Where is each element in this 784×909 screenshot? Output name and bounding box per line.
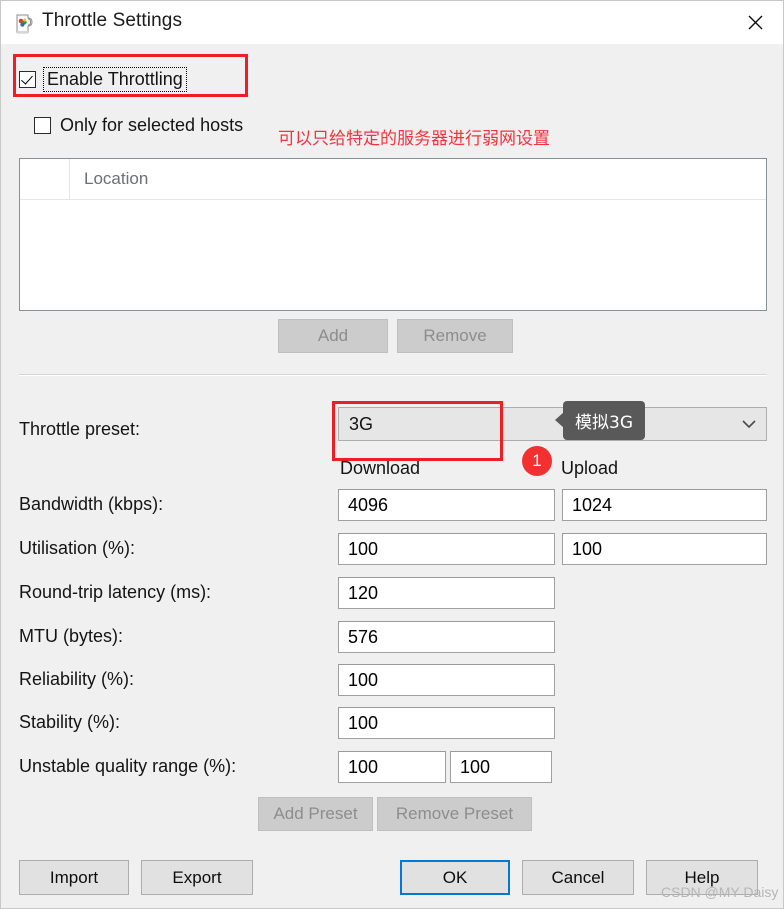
only-selected-hosts-label: Only for selected hosts: [60, 115, 244, 135]
charles-jug-icon: [13, 11, 35, 35]
enable-throttling-row[interactable]: Enable Throttling: [19, 67, 187, 92]
add-host-button[interactable]: Add: [278, 319, 388, 353]
throttle-preset-select[interactable]: 3G: [338, 407, 767, 441]
hosts-table-col-select: [20, 159, 70, 199]
mtu-download-input[interactable]: 576: [338, 621, 555, 653]
cancel-button[interactable]: Cancel: [522, 860, 634, 895]
download-column-header: Download: [340, 458, 421, 478]
hosts-table[interactable]: Location: [19, 158, 767, 311]
throttle-preset-label: Throttle preset:: [19, 419, 141, 439]
unstable-quality-range-label: Unstable quality range (%):: [19, 756, 237, 776]
only-selected-hosts-row[interactable]: Only for selected hosts: [34, 115, 243, 136]
enable-throttling-label: Enable Throttling: [43, 67, 187, 92]
utilisation-label: Utilisation (%):: [19, 538, 136, 558]
watermark: CSDN @MY Daisy: [661, 884, 779, 900]
stability-label: Stability (%):: [19, 712, 121, 732]
utilisation-download-input[interactable]: 100: [338, 533, 555, 565]
remove-preset-button[interactable]: Remove Preset: [377, 797, 532, 831]
round-trip-latency-label: Round-trip latency (ms):: [19, 582, 212, 602]
bandwidth-upload-input[interactable]: 1024: [562, 489, 767, 521]
bandwidth-label: Bandwidth (kbps):: [19, 494, 164, 514]
utilisation-upload-input[interactable]: 100: [562, 533, 767, 565]
reliability-label: Reliability (%):: [19, 669, 135, 689]
chevron-down-icon[interactable]: [732, 419, 766, 429]
annotation-note-hosts: 可以只给特定的服务器进行弱网设置: [278, 129, 550, 149]
title-bar: Throttle Settings: [1, 1, 783, 45]
stability-download-input[interactable]: 100: [338, 707, 555, 739]
step-badge-1: 1: [522, 446, 552, 476]
throttle-preset-value: 3G: [349, 413, 374, 434]
bandwidth-download-input[interactable]: 4096: [338, 489, 555, 521]
window-title: Throttle Settings: [42, 10, 183, 31]
add-preset-button[interactable]: Add Preset: [258, 797, 373, 831]
dialog-body: Enable Throttling Only for selected host…: [1, 44, 783, 908]
export-button[interactable]: Export: [141, 860, 253, 895]
close-icon[interactable]: [725, 1, 783, 44]
hosts-table-body[interactable]: [20, 200, 766, 310]
upload-column-header: Upload: [561, 458, 619, 478]
enable-throttling-checkbox[interactable]: [19, 71, 36, 88]
unstable-quality-range-min-input[interactable]: 100: [338, 751, 446, 783]
remove-host-button[interactable]: Remove: [397, 319, 513, 353]
only-selected-hosts-checkbox[interactable]: [34, 117, 51, 134]
section-divider: [19, 374, 767, 376]
unstable-quality-range-max-input[interactable]: 100: [450, 751, 552, 783]
mtu-label: MTU (bytes):: [19, 626, 124, 646]
hosts-table-col-location: Location: [84, 169, 149, 188]
reliability-download-input[interactable]: 100: [338, 664, 555, 696]
throttle-settings-dialog: Throttle Settings Enable Throttling Only…: [0, 0, 784, 909]
tooltip-preset: 模拟3G: [555, 401, 645, 440]
import-button[interactable]: Import: [19, 860, 129, 895]
ok-button[interactable]: OK: [400, 860, 510, 895]
round-trip-latency-download-input[interactable]: 120: [338, 577, 555, 609]
hosts-table-header: Location: [20, 159, 766, 200]
